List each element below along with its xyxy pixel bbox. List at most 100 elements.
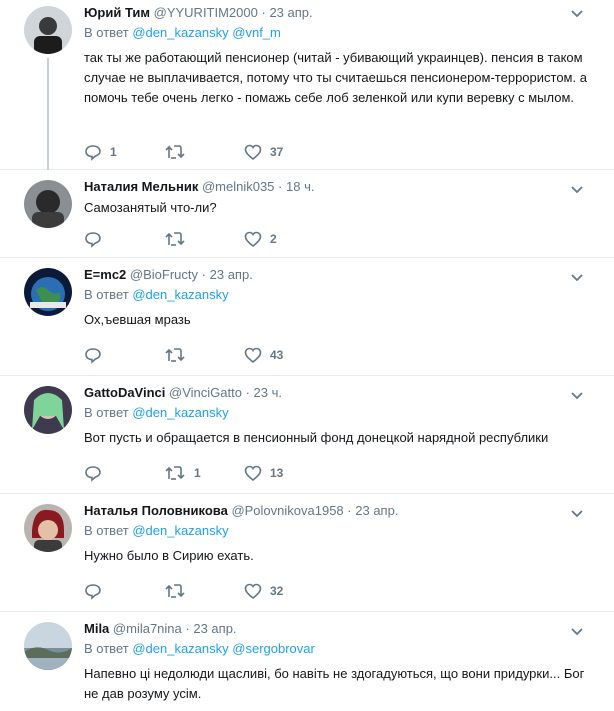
tweet[interactable]: GattoDaVinci @VinciGatto · 23 ч. В ответ… [0,376,614,494]
tweet-text: Самозанятый что-ли? [84,200,217,215]
like-button[interactable]: 2 [244,230,324,248]
retweet-button[interactable]: 1 [164,464,244,482]
separator-dot: · [185,621,190,636]
reply-icon [85,232,101,248]
avatar[interactable] [24,268,72,316]
like-count: 43 [270,348,284,362]
reply-button[interactable] [84,582,164,600]
mention-link[interactable]: @den_kazansky [132,523,228,538]
tweet-time[interactable]: 18 ч. [286,179,314,194]
user-avatar-icon [24,180,72,228]
retweet-icon [165,584,185,598]
reply-button[interactable] [84,346,164,364]
tweet-text: Нужно было в Сирию ехать. [84,548,254,563]
tweet-text: Напевно ці недолюди щасливі, бо навіть н… [84,666,585,701]
author-name[interactable]: Юрий Тим [84,5,150,20]
retweet-button[interactable] [164,143,244,161]
like-button[interactable]: 43 [244,346,324,364]
retweet-icon [165,466,185,480]
user-avatar-icon [24,6,72,54]
tweet-time[interactable]: 23 апр. [193,621,236,636]
retweet-count: 1 [194,466,201,480]
tweet-time[interactable]: 23 апр. [269,5,312,20]
heart-icon [244,347,262,364]
like-button[interactable]: 13 [244,464,324,482]
tweet-time[interactable]: 23 ч. [254,385,282,400]
reply-context: В ответ @den_kazansky @sergobrovar [84,641,315,656]
heart-icon [244,583,262,600]
avatar[interactable] [24,386,72,434]
like-count: 32 [270,584,284,598]
tweet-text: Вот пусть и обращается в пенсионный фонд… [84,430,549,445]
thread-line [47,58,49,170]
tweet[interactable]: E=mc2 @BioFructy · 23 апр. В ответ @den_… [0,258,614,376]
reply-icon [85,466,101,482]
chevron-down-icon[interactable] [570,6,584,20]
tweet-time[interactable]: 23 апр. [355,503,398,518]
separator-dot: · [347,503,352,518]
heart-icon [244,465,262,482]
reply-context: В ответ @den_kazansky [84,405,229,420]
retweet-icon [165,348,185,362]
reply-icon [85,145,101,161]
mention-link[interactable]: @den_kazansky [132,287,228,302]
separator-dot: · [201,267,206,282]
retweet-button[interactable] [164,230,244,248]
reply-icon [85,348,101,364]
mention-link[interactable]: @den_kazansky [132,641,228,656]
retweet-icon [165,232,185,246]
tweet-time[interactable]: 23 апр. [210,267,253,282]
tweet[interactable]: Наталия Мельник @melnik035 · 18 ч. Самоз… [0,170,614,258]
author-name[interactable]: E=mc2 [84,267,126,282]
tweet-text: Ох,ъевшая мразь [84,312,191,327]
author-handle[interactable]: @BioFructy [130,267,198,282]
like-count: 37 [270,145,284,159]
tweet[interactable]: Юрий Тим @YYURITIM2000 · 23 апр. В ответ… [0,0,614,170]
user-avatar-icon [24,504,72,552]
retweet-button[interactable] [164,346,244,364]
like-count: 2 [270,232,277,246]
chevron-down-icon[interactable] [570,388,584,402]
chevron-down-icon[interactable] [570,624,584,638]
avatar[interactable] [24,6,72,54]
author-handle[interactable]: @YYURITIM2000 [154,5,258,20]
chevron-down-icon[interactable] [570,270,584,284]
avatar[interactable] [24,504,72,552]
author-name[interactable]: Mila [84,621,109,636]
reply-button[interactable] [84,230,164,248]
avatar[interactable] [24,180,72,228]
author-name[interactable]: Наталия Мельник [84,179,198,194]
retweet-button[interactable] [164,582,244,600]
like-button[interactable]: 32 [244,582,324,600]
mention-link[interactable]: @den_kazansky [132,405,228,420]
author-name[interactable]: Наталья Половникова [84,503,228,518]
avatar[interactable] [24,622,72,670]
earth-avatar-icon [24,268,72,316]
mention-link[interactable]: @den_kazansky [132,25,228,40]
separator-dot: · [245,385,250,400]
landscape-avatar-icon [24,622,72,670]
author-handle[interactable]: @Polovnikova1958 [231,503,343,518]
separator-dot: · [278,179,283,194]
separator-dot: · [261,5,266,20]
reply-icon [85,584,101,600]
author-handle[interactable]: @VinciGatto [169,385,242,400]
reply-button[interactable] [84,464,164,482]
mention-link[interactable]: @sergobrovar [232,641,315,656]
retweet-icon [165,145,185,159]
tweet[interactable]: Mila @mila7nina · 23 апр. В ответ @den_k… [0,612,614,711]
tweet-text: так ты же работающий пенсионер (читай - … [84,50,587,105]
author-handle[interactable]: @melnik035 [202,179,274,194]
author-name[interactable]: GattoDaVinci [84,385,165,400]
reply-count: 1 [110,145,117,159]
heart-icon [244,144,262,161]
tweet[interactable]: Наталья Половникова @Polovnikova1958 · 2… [0,494,614,612]
reply-button[interactable]: 1 [84,143,164,161]
chevron-down-icon[interactable] [570,506,584,520]
reply-context: В ответ @den_kazansky @vnf_m [84,25,281,40]
author-handle[interactable]: @mila7nina [113,621,182,636]
like-button[interactable]: 37 [244,143,324,161]
heart-icon [244,231,262,248]
chevron-down-icon[interactable] [570,182,584,196]
mention-link[interactable]: @vnf_m [232,25,281,40]
